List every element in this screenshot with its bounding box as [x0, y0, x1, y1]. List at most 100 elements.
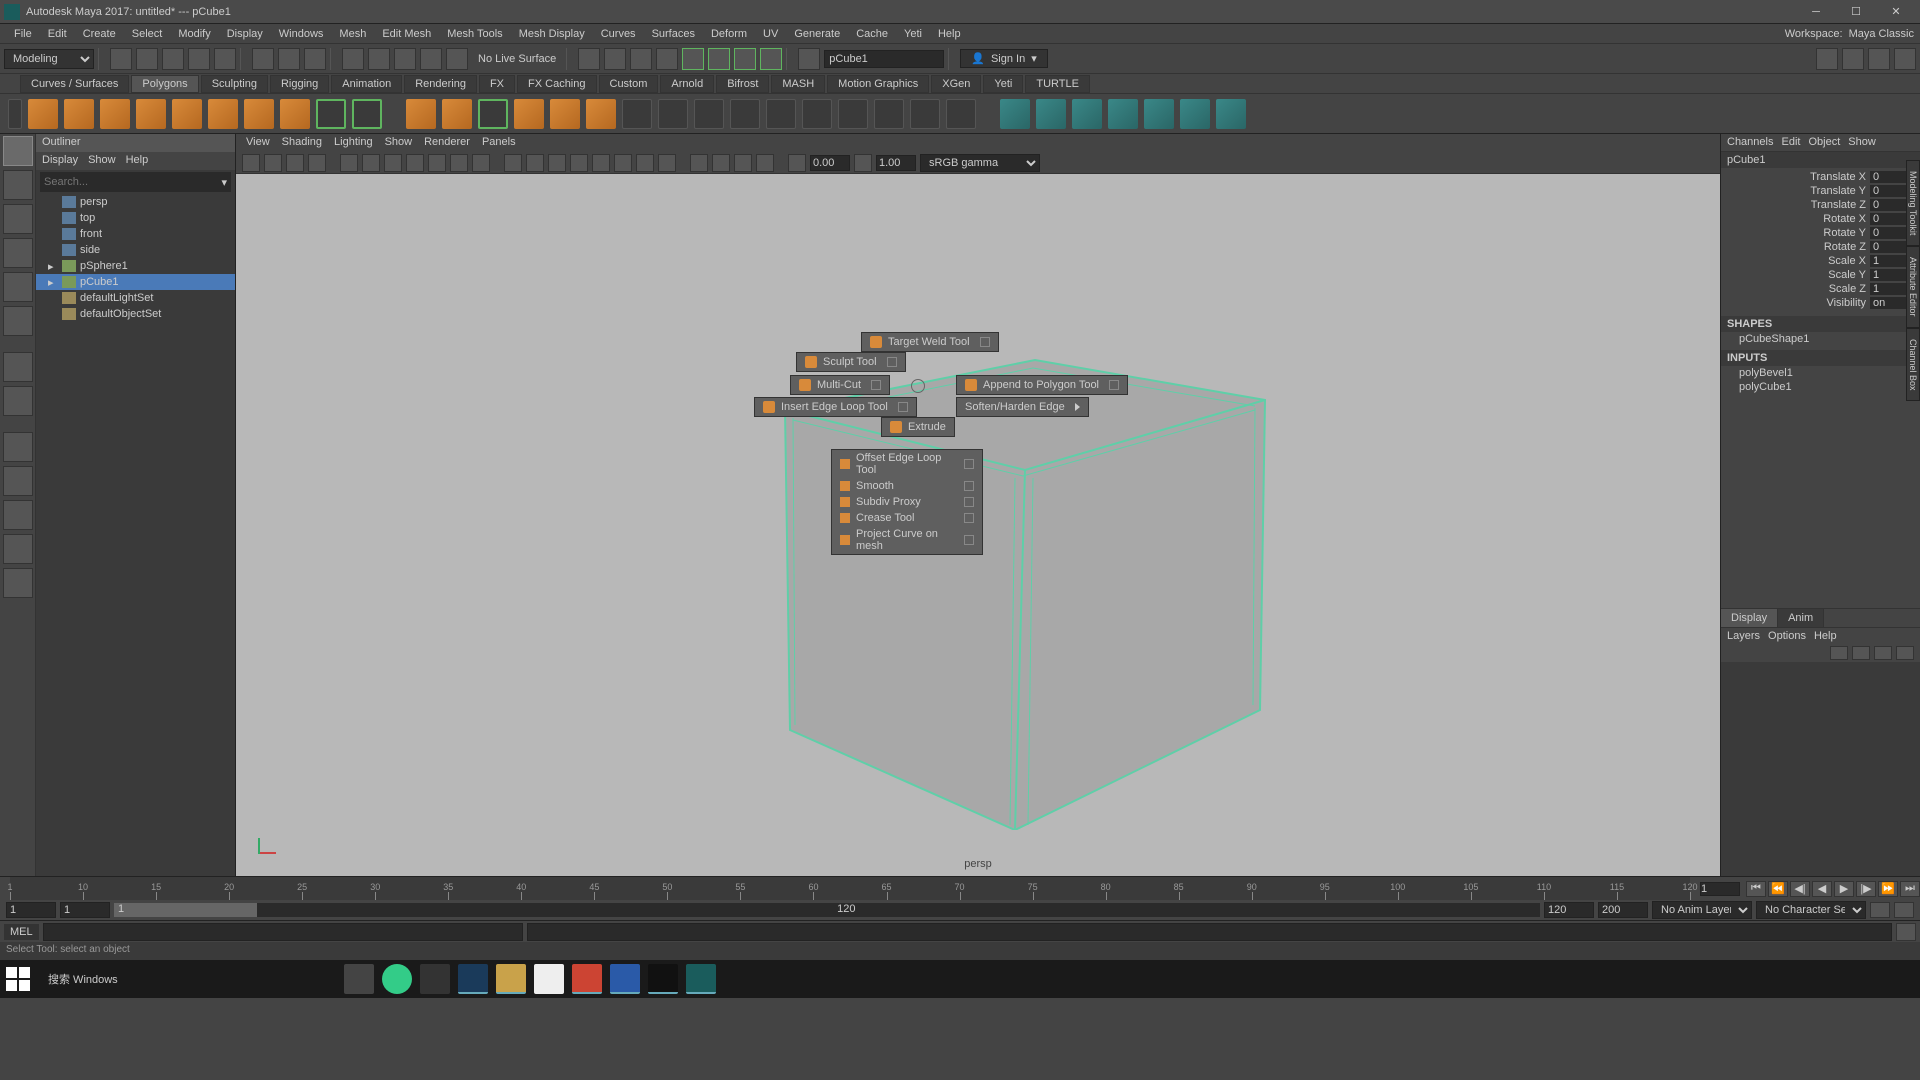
open-scene-icon[interactable]	[136, 48, 158, 70]
sculpt-tool-icon[interactable]	[1000, 99, 1030, 129]
layer-new-selected-icon[interactable]	[1896, 646, 1914, 660]
combine-icon[interactable]	[622, 99, 652, 129]
mm-insert-edge-loop[interactable]: Insert Edge Loop Tool	[754, 397, 917, 417]
vp-menu-renderer[interactable]: Renderer	[424, 136, 470, 150]
workspace-value[interactable]: Maya Classic	[1849, 28, 1914, 40]
option-box-icon[interactable]	[871, 380, 881, 390]
app-maya-icon[interactable]	[686, 964, 716, 994]
snap-grid-icon[interactable]	[342, 48, 364, 70]
menu-cache[interactable]: Cache	[848, 26, 896, 42]
ipr-render-icon[interactable]	[630, 48, 652, 70]
current-frame-field[interactable]	[1700, 882, 1740, 896]
vp-safe-action-icon[interactable]	[450, 154, 468, 172]
step-back-icon[interactable]: ◀|	[1790, 881, 1810, 897]
selection-name-field[interactable]	[824, 50, 944, 68]
four-view-icon[interactable]	[3, 466, 33, 496]
vp-antialias-icon[interactable]	[658, 154, 676, 172]
outliner-item-persp[interactable]: persp	[36, 194, 235, 210]
tool-settings-toggle-icon[interactable]	[1868, 48, 1890, 70]
mm-extrude[interactable]: Extrude	[881, 417, 955, 437]
poly-cone-icon[interactable]	[136, 99, 166, 129]
time-slider[interactable]: 1101520253035404550556065707580859095100…	[0, 876, 1920, 900]
vp-xray-icon[interactable]	[712, 154, 730, 172]
separate-icon[interactable]	[658, 99, 688, 129]
vp-resolution-gate-icon[interactable]	[384, 154, 402, 172]
outliner-menu-help[interactable]: Help	[126, 154, 149, 168]
save-scene-icon[interactable]	[162, 48, 184, 70]
menu-deform[interactable]: Deform	[703, 26, 755, 42]
tab-anim[interactable]: Anim	[1778, 609, 1824, 627]
mm-smooth[interactable]: Smooth	[832, 478, 982, 494]
outliner-toggle-icon[interactable]	[3, 568, 33, 598]
option-box-icon[interactable]	[980, 337, 990, 347]
tab-display[interactable]: Display	[1721, 609, 1778, 627]
vp-bookmark-icon[interactable]	[264, 154, 282, 172]
vp-field-chart-icon[interactable]	[428, 154, 446, 172]
app-notepad-icon[interactable]	[534, 964, 564, 994]
app-word-icon[interactable]	[610, 964, 640, 994]
poly-cube-icon[interactable]	[64, 99, 94, 129]
layer-menu-help[interactable]: Help	[1814, 630, 1837, 642]
vp-safe-title-icon[interactable]	[472, 154, 490, 172]
toggle-panel-icon[interactable]	[798, 48, 820, 70]
character-set-select[interactable]: No Character Set	[1756, 901, 1866, 919]
mm-multicut[interactable]: Multi-Cut	[790, 375, 890, 395]
attr-rotate-y[interactable]: Rotate Y0	[1721, 226, 1920, 240]
vp-xray-component-icon[interactable]	[756, 154, 774, 172]
step-forward-key-icon[interactable]: ⏩	[1878, 881, 1898, 897]
render-setup-icon[interactable]	[682, 48, 704, 70]
step-back-key-icon[interactable]: ⏪	[1768, 881, 1788, 897]
attr-visibility[interactable]: Visibilityon	[1721, 296, 1920, 310]
layer-menu-layers[interactable]: Layers	[1727, 630, 1760, 642]
auto-key-icon[interactable]	[1870, 902, 1890, 918]
render-frame-icon[interactable]	[604, 48, 626, 70]
vp-exposure-field[interactable]	[810, 155, 850, 171]
hypershade-icon[interactable]	[734, 48, 756, 70]
menu-mesh-display[interactable]: Mesh Display	[511, 26, 593, 42]
vp-select-camera-icon[interactable]	[242, 154, 260, 172]
shelf-tab-motion-graphics[interactable]: Motion Graphics	[827, 75, 929, 93]
mm-target-weld[interactable]: Target Weld Tool	[861, 332, 999, 352]
poly-type-icon[interactable]	[316, 99, 346, 129]
shelf-tab-fx-caching[interactable]: FX Caching	[517, 75, 596, 93]
attr-translate-x[interactable]: Translate X0	[1721, 170, 1920, 184]
redo-icon[interactable]	[214, 48, 236, 70]
poly-svg-icon[interactable]	[352, 99, 382, 129]
undo-icon[interactable]	[188, 48, 210, 70]
shelf-tab-turtle[interactable]: TURTLE	[1025, 75, 1090, 93]
outliner-search[interactable]: ▾	[40, 172, 231, 192]
multicut-tool-icon[interactable]	[1036, 99, 1066, 129]
merge-icon[interactable]	[910, 99, 940, 129]
vp-textured-icon[interactable]	[548, 154, 566, 172]
outliner-item-front[interactable]: front	[36, 226, 235, 242]
shelf-tab-animation[interactable]: Animation	[331, 75, 402, 93]
paint-select-icon[interactable]	[304, 48, 326, 70]
mm-sculpt[interactable]: Sculpt Tool	[796, 352, 906, 372]
edge-tab-attribute-editor[interactable]: Attribute Editor	[1906, 246, 1920, 328]
shape-node[interactable]: pCubeShape1	[1721, 332, 1920, 346]
crease-tool-icon[interactable]	[1180, 99, 1210, 129]
mm-append-poly[interactable]: Append to Polygon Tool	[956, 375, 1128, 395]
quad-draw-icon[interactable]	[1144, 99, 1174, 129]
shelf-tab-xgen[interactable]: XGen	[931, 75, 981, 93]
cb-menu-show[interactable]: Show	[1848, 136, 1876, 149]
menu-file[interactable]: File	[6, 26, 40, 42]
outliner-menu-show[interactable]: Show	[88, 154, 116, 168]
attr-rotate-x[interactable]: Rotate X0	[1721, 212, 1920, 226]
viewport-canvas[interactable]: Target Weld Tool Sculpt Tool Multi-Cut I…	[236, 174, 1720, 876]
smooth-icon[interactable]	[694, 99, 724, 129]
attr-editor-toggle-icon[interactable]	[1842, 48, 1864, 70]
vp-gate-mask-icon[interactable]	[406, 154, 424, 172]
vp-menu-lighting[interactable]: Lighting	[334, 136, 373, 150]
range-bar[interactable]: 1120	[114, 903, 1540, 917]
outliner-item-pSphere1[interactable]: ▸pSphere1	[36, 258, 235, 274]
poly-torus-icon[interactable]	[208, 99, 238, 129]
play-forward-icon[interactable]: ▶	[1834, 881, 1854, 897]
channelbox-toggle-icon[interactable]	[1894, 48, 1916, 70]
construction-history-icon[interactable]	[578, 48, 600, 70]
channel-node-name[interactable]: pCube1	[1721, 152, 1920, 168]
shelf-tab-mash[interactable]: MASH	[771, 75, 825, 93]
poly-plane-icon[interactable]	[172, 99, 202, 129]
outliner-item-side[interactable]: side	[36, 242, 235, 258]
create-poly-icon[interactable]	[1216, 99, 1246, 129]
